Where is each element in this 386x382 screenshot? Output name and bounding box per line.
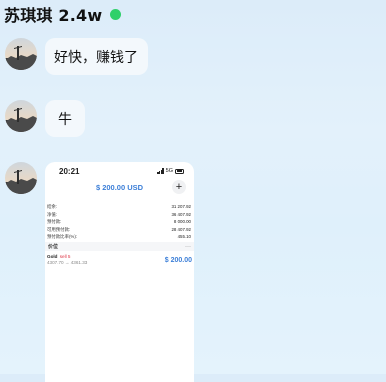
summary-label: 预付款: [47,219,62,225]
summary-value: 36 407.92 [171,211,191,217]
message-bubble[interactable]: 牛 [45,100,85,137]
summary-row: 结余: 31 207.92 [47,203,191,211]
summary-value: 8 000.00 [173,219,191,225]
chat-title[interactable]: 苏琪琪 2.4w [4,2,102,26]
price-section-header: 价位 ··· [45,242,194,251]
status-bar: 20:21 5G [45,167,194,179]
signal-icon [157,168,164,174]
summary-value: 28 407.92 [171,226,191,232]
summary-label: 结余: [47,204,58,209]
position-item: Gold sell 5 4307.70 → 4361.33 [47,254,87,266]
summary-value: 455.10 [177,234,191,240]
image-message[interactable]: 20:21 5G $ 200.00 USD + 结余: 31 207.92 净值… [45,162,194,382]
avatar[interactable] [5,162,37,194]
asset-price-range: 4307.70 → 4361.33 [47,260,88,265]
add-icon: + [172,180,186,194]
network-label: 5G [165,168,173,174]
online-status-icon [110,8,122,20]
asset-tag: sell 5 [59,254,71,259]
battery-icon [175,168,184,174]
asset-value: $ 200.00 [164,257,192,264]
message-text: 好快，赚钱了 [54,49,138,66]
message-bubble[interactable]: 好快，赚钱了 [45,38,148,75]
price-header-label: 价位 [48,244,59,250]
summary-value: 31 207.92 [171,204,191,209]
message-text: 牛 [58,111,72,128]
chat-header: 苏琪琪 2.4w [4,2,122,26]
summary-row: 可用预付款: 28 407.92 [47,226,191,234]
summary-label: 预付款比率(%): [47,234,78,240]
summary-row: 预付款: 8 000.00 [47,218,191,226]
more-icon: ··· [185,243,191,250]
summary-label: 可用预付款: [47,226,71,232]
avatar[interactable] [5,38,37,70]
status-time: 20:21 [59,167,80,176]
asset-name: Gold [47,254,58,259]
avatar[interactable] [5,100,37,132]
summary-row: 预付款比率(%): 455.10 [47,233,191,241]
account-summary: 结余: 31 207.92 净值: 36 407.92 预付款: 8 000.0… [47,203,191,241]
summary-row: 净值: 36 407.92 [47,211,191,219]
summary-label: 净值: [47,211,58,217]
